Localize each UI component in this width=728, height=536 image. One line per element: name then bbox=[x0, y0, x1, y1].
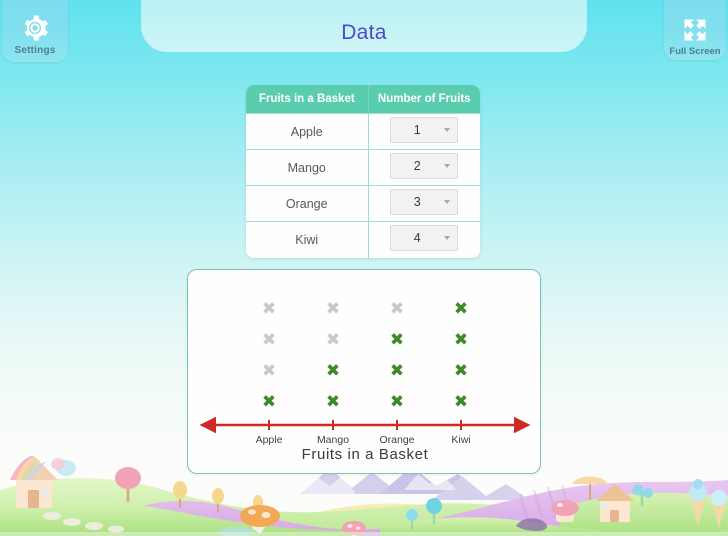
x-mark-filled[interactable]: ✖ bbox=[453, 394, 469, 411]
x-mark-empty[interactable]: ✖ bbox=[261, 301, 277, 318]
settings-label: Settings bbox=[14, 45, 56, 56]
x-mark-filled[interactable]: ✖ bbox=[325, 363, 341, 380]
fullscreen-button[interactable]: Full Screen bbox=[664, 0, 726, 60]
chevron-down-icon bbox=[444, 200, 451, 204]
count-select-value: 2 bbox=[413, 159, 421, 173]
fruit-count-cell: 1 bbox=[368, 113, 480, 150]
fullscreen-label: Full Screen bbox=[669, 45, 721, 57]
fruit-name-cell: Orange bbox=[246, 185, 369, 222]
table-row: Apple 1 bbox=[246, 113, 480, 150]
gear-icon bbox=[20, 13, 50, 43]
data-table: Fruits in a Basket Number of Fruits Appl… bbox=[246, 85, 480, 258]
x-axis-tick-label: Apple bbox=[255, 434, 283, 446]
chart-panel: ✖ ✖ ✖ ✖ Apple ✖ ✖ ✖ ✖ Mango ✖ ✖ ✖ ✖ Orange ✖ ✖ ✖ ✖ Kiwi Fru… bbox=[187, 269, 541, 474]
x-mark-filled[interactable]: ✖ bbox=[325, 394, 341, 411]
fruit-count-cell: 2 bbox=[368, 149, 480, 186]
x-mark-filled[interactable]: ✖ bbox=[389, 332, 405, 349]
chart-x-axis-title: Fruits in a Basket bbox=[301, 446, 429, 463]
chevron-down-icon bbox=[444, 128, 451, 132]
count-select-apple[interactable]: 1 bbox=[390, 117, 459, 143]
fruit-name-cell: Apple bbox=[246, 113, 369, 150]
x-axis-tick-label: Orange bbox=[379, 434, 415, 446]
chevron-down-icon bbox=[444, 236, 451, 241]
x-mark-empty[interactable]: ✖ bbox=[325, 332, 341, 349]
x-mark-empty[interactable]: ✖ bbox=[389, 301, 405, 318]
x-mark-filled[interactable]: ✖ bbox=[453, 363, 469, 380]
table-row: Kiwi 4 bbox=[246, 221, 480, 258]
x-mark-empty[interactable]: ✖ bbox=[261, 332, 277, 349]
count-select-kiwi[interactable]: 4 bbox=[390, 225, 459, 252]
count-select-value: 1 bbox=[413, 123, 421, 137]
dot-plot-area: ✖ ✖ ✖ ✖ Apple ✖ ✖ ✖ ✖ Mango ✖ ✖ ✖ ✖ Orange ✖ ✖ ✖ ✖ Kiwi bbox=[188, 270, 542, 475]
column-header-fruit: Fruits in a Basket bbox=[246, 85, 368, 114]
fruit-count-cell: 3 bbox=[368, 185, 480, 222]
title-banner: Data bbox=[141, 0, 587, 52]
count-select-mango[interactable]: 2 bbox=[390, 153, 459, 179]
count-select-orange[interactable]: 3 bbox=[390, 189, 459, 215]
fruit-name-cell: Mango bbox=[246, 149, 369, 186]
page-title: Data bbox=[341, 21, 387, 44]
table-header-row: Fruits in a Basket Number of Fruits bbox=[246, 85, 480, 114]
count-select-value: 4 bbox=[413, 231, 421, 246]
count-select-value: 3 bbox=[413, 195, 421, 209]
x-axis-tick-label: Kiwi bbox=[451, 434, 471, 446]
fruit-count-cell: 4 bbox=[368, 221, 480, 258]
x-mark-filled[interactable]: ✖ bbox=[453, 301, 469, 318]
x-mark-filled[interactable]: ✖ bbox=[453, 332, 469, 349]
table-row: Mango 2 bbox=[246, 149, 480, 186]
fruit-name-cell: Kiwi bbox=[246, 221, 369, 258]
x-mark-empty[interactable]: ✖ bbox=[261, 363, 277, 380]
settings-button[interactable]: Settings bbox=[2, 0, 68, 62]
x-mark-filled[interactable]: ✖ bbox=[389, 363, 405, 380]
column-header-count: Number of Fruits bbox=[367, 85, 480, 114]
top-header-bar: Data Settings Full Screen bbox=[0, 0, 728, 62]
x-mark-empty[interactable]: ✖ bbox=[325, 301, 341, 318]
x-mark-filled[interactable]: ✖ bbox=[261, 394, 277, 411]
app-stage: Data Settings Full Screen Fruits in a Ba… bbox=[0, 0, 728, 536]
expand-arrows-icon bbox=[680, 15, 710, 45]
x-axis-tick-label: Mango bbox=[316, 434, 350, 446]
x-mark-filled[interactable]: ✖ bbox=[389, 394, 405, 411]
table-row: Orange 3 bbox=[246, 185, 480, 222]
chevron-down-icon bbox=[444, 164, 451, 168]
